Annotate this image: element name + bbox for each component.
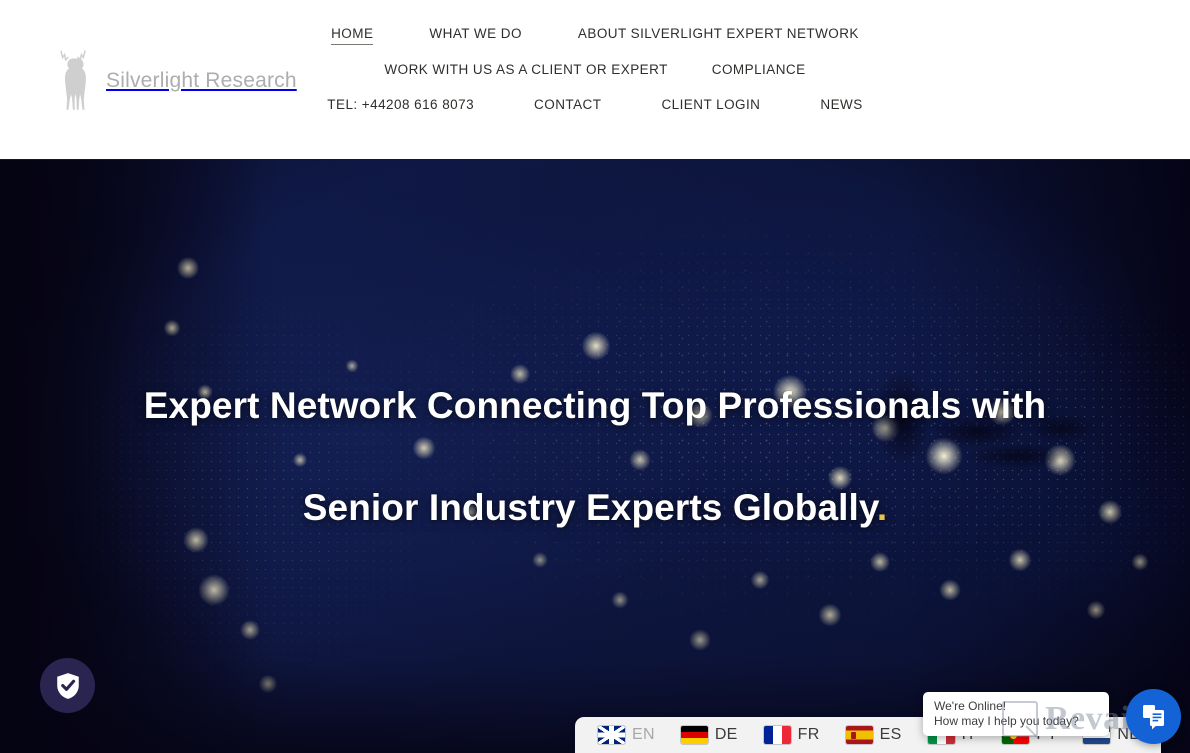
flag-es-icon bbox=[845, 726, 873, 744]
nav-item-compliance[interactable]: COMPLIANCE bbox=[712, 62, 806, 80]
language-label-es: ES bbox=[879, 726, 902, 743]
flag-de-icon bbox=[680, 726, 708, 744]
hero-headline-line-1: Expert Network Connecting Top Profession… bbox=[143, 384, 1047, 426]
language-label-fr: FR bbox=[797, 726, 820, 743]
nav-item-about-silverlight-expert-network[interactable]: ABOUT SILVERLIGHT EXPERT NETWORK bbox=[578, 26, 859, 44]
nav-item-news[interactable]: NEWS bbox=[820, 97, 862, 115]
hero-copy: Expert Network Connecting Top Profession… bbox=[0, 160, 1190, 753]
chat-greeting-bubble[interactable]: We're Online! How may I help you today? bbox=[923, 692, 1109, 736]
language-option-es[interactable]: ES bbox=[833, 717, 915, 753]
privacy-shield-button[interactable] bbox=[40, 658, 95, 713]
nav-item-what-we-do[interactable]: WHAT WE DO bbox=[429, 26, 522, 44]
chat-documents-icon bbox=[1142, 704, 1164, 729]
language-option-de[interactable]: DE bbox=[668, 717, 751, 753]
chat-launcher-button[interactable] bbox=[1126, 689, 1181, 744]
language-option-fr[interactable]: FR bbox=[751, 717, 833, 753]
hero-headline-accent-period: . bbox=[876, 486, 888, 528]
hero-headline-line-2: Senior Industry Experts Globally. bbox=[303, 487, 888, 529]
nav-item-work-with-us[interactable]: WORK WITH US AS A CLIENT OR EXPERT bbox=[384, 62, 667, 80]
nav-item-telephone[interactable]: TEL: +44208 616 8073 bbox=[327, 97, 474, 115]
flag-gb-icon bbox=[598, 726, 625, 744]
nav-row-1: HOME WHAT WE DO ABOUT SILVERLIGHT EXPERT… bbox=[0, 26, 1190, 45]
language-label-de: DE bbox=[714, 726, 738, 743]
hero-headline-line-2-text: Senior Industry Experts Globally bbox=[302, 486, 877, 528]
hero-section: Expert Network Connecting Top Profession… bbox=[0, 160, 1190, 753]
flag-fr-icon bbox=[763, 726, 791, 744]
shield-check-icon bbox=[56, 672, 79, 699]
nav-item-client-login[interactable]: CLIENT LOGIN bbox=[661, 97, 760, 115]
nav-item-home[interactable]: HOME bbox=[331, 26, 374, 45]
nav-item-contact[interactable]: CONTACT bbox=[534, 97, 601, 115]
site-header: Silverlight Research HOME WHAT WE DO ABO… bbox=[0, 0, 1190, 160]
nav-row-2: WORK WITH US AS A CLIENT OR EXPERT COMPL… bbox=[0, 62, 1190, 80]
page-root: Silverlight Research HOME WHAT WE DO ABO… bbox=[0, 0, 1190, 753]
chat-greeting-line-2: How may I help you today? bbox=[934, 714, 1079, 728]
main-navigation: HOME WHAT WE DO ABOUT SILVERLIGHT EXPERT… bbox=[0, 26, 1190, 115]
nav-row-3: TEL: +44208 616 8073 CONTACT CLIENT LOGI… bbox=[0, 97, 1190, 115]
language-option-en[interactable]: EN bbox=[585, 717, 668, 753]
language-label-en: EN bbox=[632, 726, 655, 743]
chat-greeting-line-1: We're Online! bbox=[934, 699, 1007, 713]
